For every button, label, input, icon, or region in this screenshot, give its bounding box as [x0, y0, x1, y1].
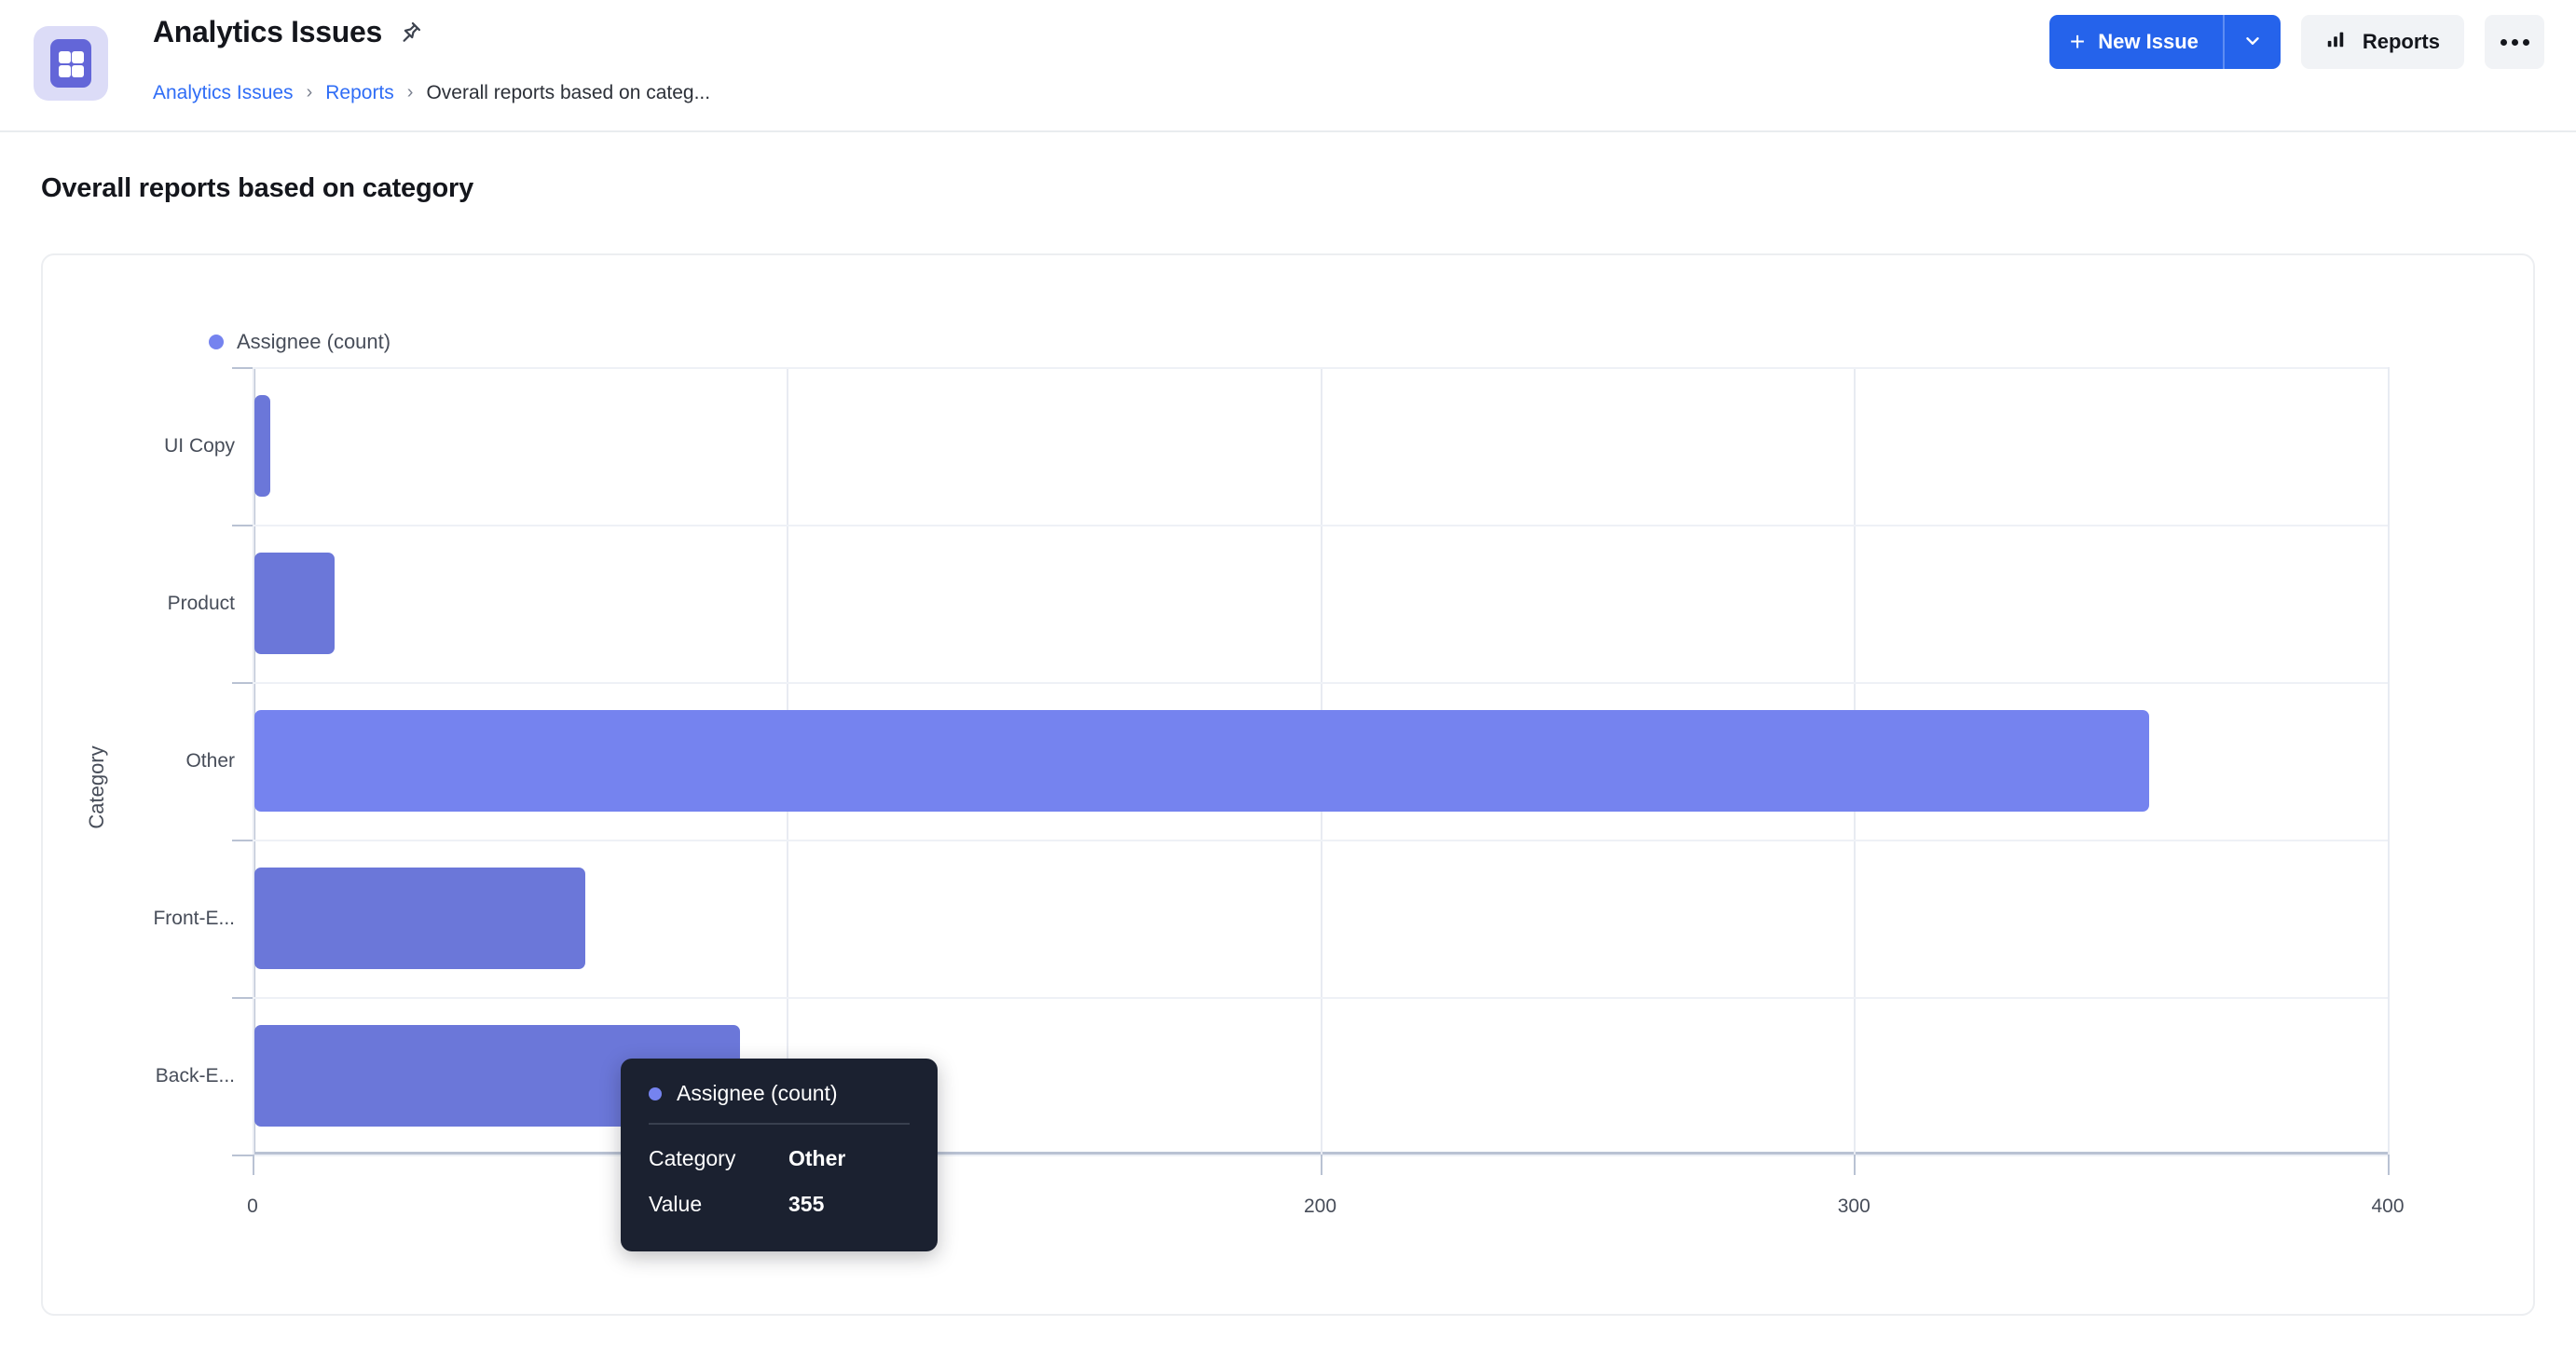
- y-axis-tick: [232, 997, 253, 999]
- reports-button[interactable]: Reports: [2300, 15, 2464, 69]
- workspace-title: Analytics Issues: [153, 15, 382, 48]
- y-axis-label: Front-E...: [153, 907, 235, 929]
- plus-icon: +: [2069, 27, 2086, 56]
- tooltip-value: Other: [788, 1146, 846, 1170]
- x-axis-tick: [253, 1155, 254, 1175]
- breadcrumb-item-current: Overall reports based on categ...: [426, 82, 711, 103]
- y-axis-label: Product: [167, 592, 235, 614]
- logo-dot: [72, 65, 84, 77]
- x-axis-tick: [2388, 1155, 2390, 1175]
- breadcrumb-item-analytics-issues[interactable]: Analytics Issues: [153, 82, 294, 104]
- reports-label: Reports: [2362, 30, 2440, 53]
- y-axis-label: Back-E...: [155, 1064, 235, 1086]
- y-axis-title: Category: [85, 745, 108, 829]
- tooltip-key: Category: [649, 1146, 736, 1170]
- gridline-horizontal: [253, 367, 2388, 369]
- logo-dot: [59, 51, 71, 63]
- y-axis-tick: [232, 682, 253, 684]
- new-issue-button-group: + New Issue: [2048, 15, 2281, 69]
- app-logo: [34, 26, 108, 101]
- logo-dot: [59, 65, 71, 77]
- bar-other[interactable]: [254, 710, 2150, 812]
- y-axis-tick: [232, 840, 253, 841]
- gridline-horizontal: [253, 682, 2388, 684]
- x-axis-tick: [1854, 1155, 1857, 1175]
- y-axis-tick: [232, 525, 253, 526]
- new-issue-button[interactable]: + New Issue: [2048, 15, 2223, 69]
- new-issue-label: New Issue: [2098, 30, 2199, 53]
- y-axis-label: Other: [185, 749, 235, 772]
- tooltip-row: Value 355: [649, 1182, 910, 1227]
- bar-front-e[interactable]: [254, 868, 586, 969]
- x-axis-label: 0: [247, 1196, 258, 1217]
- tooltip-key: Value: [649, 1192, 703, 1216]
- bar-ui-copy[interactable]: [254, 395, 271, 497]
- bar-chart-icon: [2325, 29, 2346, 55]
- app-logo-grid-icon: [50, 39, 91, 88]
- breadcrumb: Analytics Issues › Reports › Overall rep…: [153, 82, 710, 104]
- y-axis-tick: [232, 367, 253, 369]
- x-axis-tick: [1320, 1155, 1322, 1175]
- tooltip-value: 355: [788, 1192, 825, 1216]
- chart-card: Assignee (count) Category 0100200300400 …: [41, 253, 2535, 1316]
- logo-dot: [72, 51, 84, 63]
- breadcrumb-separator-icon: ›: [306, 82, 313, 102]
- bar-product[interactable]: [254, 553, 335, 654]
- page-title: Overall reports based on category: [41, 173, 474, 203]
- y-axis-tick: [232, 1155, 253, 1156]
- gridline-horizontal: [253, 525, 2388, 526]
- tooltip-series-label: Assignee (count): [677, 1081, 838, 1105]
- x-axis-label: 300: [1837, 1196, 1870, 1217]
- gridline-horizontal: [253, 997, 2388, 999]
- chart-tooltip: Assignee (count) Category Other Value 35…: [621, 1059, 938, 1251]
- pin-icon[interactable]: [397, 20, 423, 46]
- x-axis-label: 200: [1303, 1196, 1337, 1217]
- header-actions: + New Issue Reports: [2048, 15, 2544, 69]
- gridline-horizontal: [253, 840, 2388, 841]
- ellipsis-icon: [2500, 38, 2529, 46]
- y-axis-label: UI Copy: [164, 434, 235, 457]
- tooltip-divider: [649, 1123, 910, 1125]
- bar-chart: Category 0100200300400 UI CopyProductOth…: [43, 255, 2537, 1318]
- breadcrumb-item-reports[interactable]: Reports: [325, 82, 394, 104]
- new-issue-dropdown-button[interactable]: [2222, 15, 2281, 69]
- plot-area: 0100200300400 UI CopyProductOtherFront-E…: [153, 367, 2405, 1217]
- gridline-vertical: [2388, 367, 2390, 1155]
- breadcrumb-separator-icon: ›: [406, 82, 414, 102]
- chevron-down-icon: [2242, 31, 2263, 54]
- tooltip-series-dot-icon: [649, 1086, 662, 1100]
- workspace-title-row: Analytics Issues: [153, 15, 423, 49]
- tooltip-header: Assignee (count): [649, 1081, 910, 1123]
- x-axis-label: 400: [2371, 1196, 2405, 1217]
- app-header: Analytics Issues Analytics Issues › Repo…: [0, 0, 2576, 132]
- more-options-button[interactable]: [2485, 15, 2544, 69]
- tooltip-row: Category Other: [649, 1136, 910, 1182]
